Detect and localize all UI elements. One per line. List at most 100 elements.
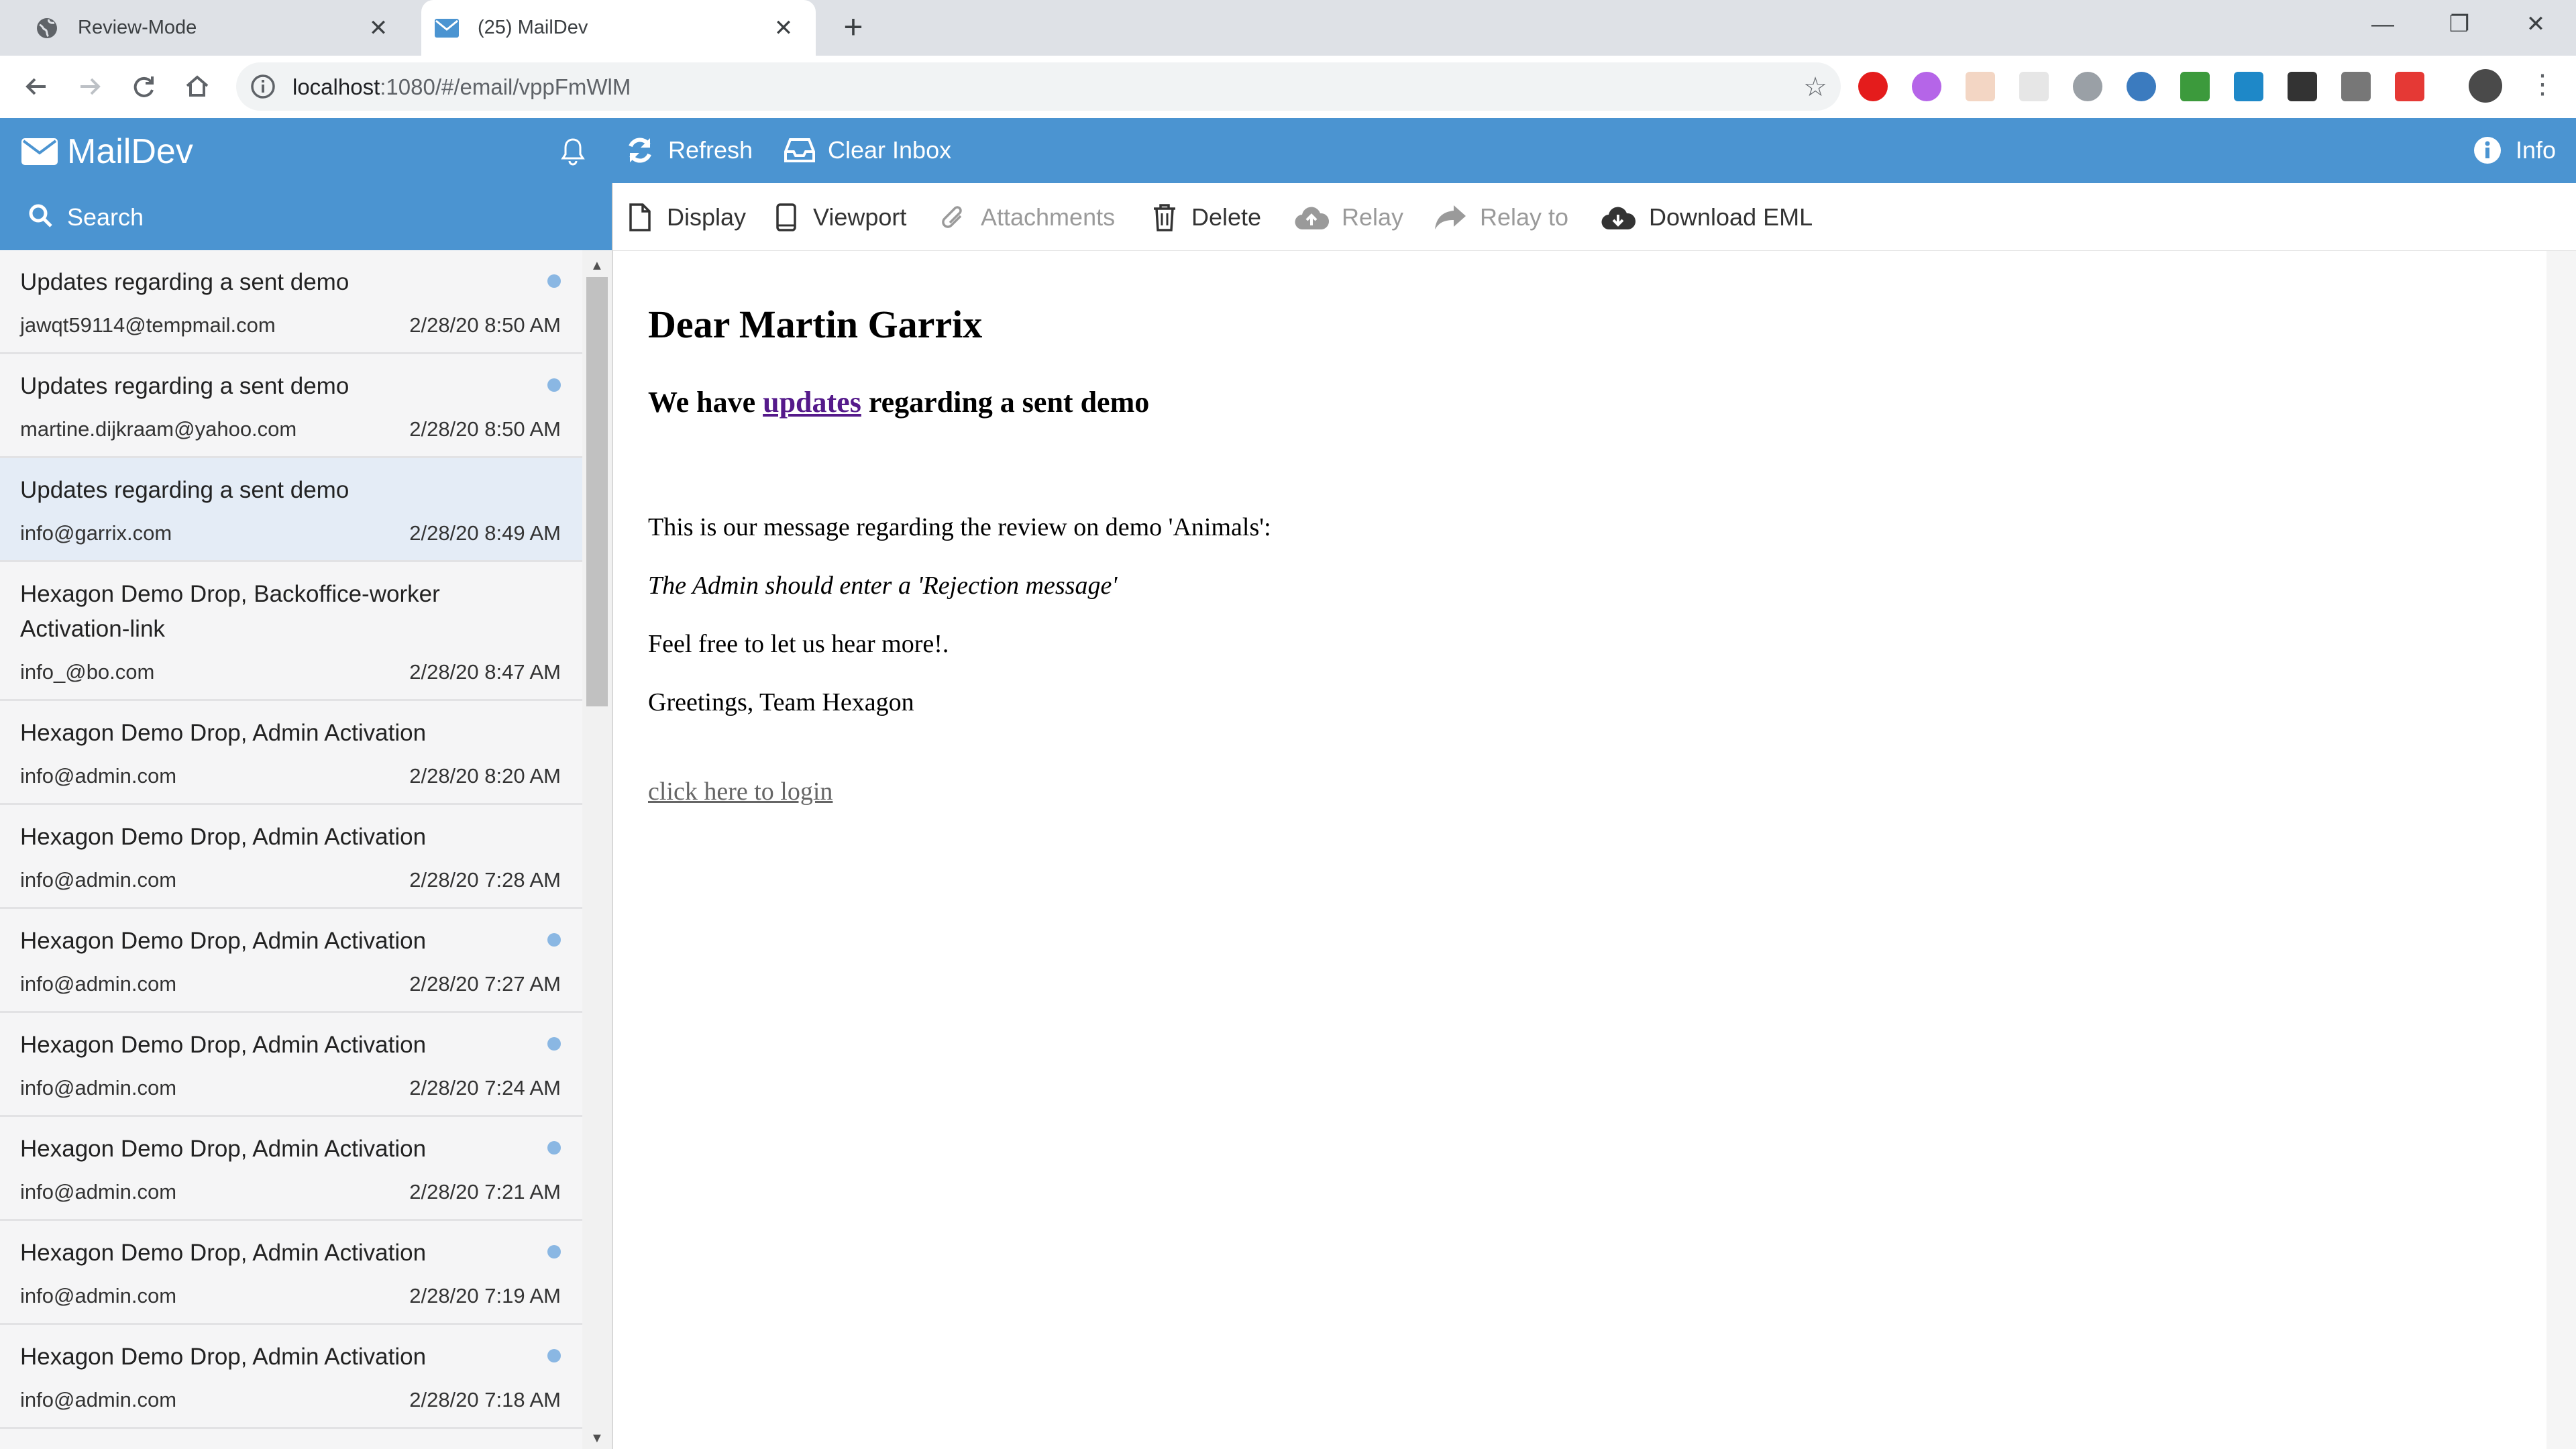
reload-button[interactable] bbox=[126, 69, 161, 104]
browser-tab-review-mode[interactable]: Review-Mode ✕ bbox=[0, 0, 411, 56]
rejection-message-line: The Admin should enter a 'Rejection mess… bbox=[648, 572, 1118, 600]
relay-to-button[interactable]: Relay to bbox=[1433, 202, 1568, 233]
email-list-item[interactable]: Hexagon Demo Drop, Admin Activation info@… bbox=[0, 1117, 582, 1221]
browser-tab-maildev[interactable]: (25) MailDev ✕ bbox=[421, 0, 816, 56]
extension-icon[interactable] bbox=[2073, 72, 2102, 101]
browser-toolbar: localhost:1080/#/email/vppFmWlM ☆ ⋮ bbox=[0, 56, 2576, 119]
email-list-item[interactable]: Hexagon Demo Drop, Admin Activation info@… bbox=[0, 909, 582, 1013]
email-list-item[interactable]: Hexagon Demo Drop, Admin Activation info@… bbox=[0, 1325, 582, 1429]
info-circle-icon bbox=[2471, 134, 2504, 166]
close-tab-icon[interactable]: ✕ bbox=[770, 15, 797, 42]
extension-icon[interactable] bbox=[1966, 72, 1995, 101]
email-list-item[interactable]: Hexagon Demo Drop, Backoffice-worker Act… bbox=[0, 562, 582, 701]
relay-label: Relay bbox=[1342, 203, 1404, 231]
email-subject: Hexagon Demo Drop, Admin Activation bbox=[20, 1344, 427, 1370]
relay-button[interactable]: Relay bbox=[1293, 202, 1403, 233]
email-list-scrollbar[interactable]: ▲ ▼ bbox=[582, 250, 612, 1449]
address-bar[interactable]: localhost:1080/#/email/vppFmWlM ☆ bbox=[236, 62, 1841, 111]
forward-arrow-icon bbox=[80, 78, 101, 95]
email-subject: Updates regarding a sent demo bbox=[20, 477, 350, 503]
email-time: 2/28/20 8:49 AM bbox=[409, 521, 561, 545]
maildev-header: MailDev Refresh Clear Inbox Info bbox=[0, 118, 2576, 183]
url-text[interactable]: localhost:1080/#/email/vppFmWlM bbox=[292, 74, 631, 100]
email-list-item[interactable]: Hexagon Demo Drop, Admin Activation info@… bbox=[0, 701, 582, 805]
paperclip-icon bbox=[939, 202, 969, 233]
email-sender: info@admin.com bbox=[20, 1388, 177, 1411]
email-sender: info@admin.com bbox=[20, 764, 177, 788]
tablet-icon bbox=[771, 202, 801, 233]
new-tab-button[interactable]: + bbox=[836, 10, 871, 46]
updates-link[interactable]: updates bbox=[763, 386, 861, 419]
attachments-button[interactable]: Attachments bbox=[939, 202, 1115, 233]
email-list-item[interactable]: Updates regarding a sent demo martine.dij… bbox=[0, 354, 582, 458]
home-button[interactable] bbox=[180, 69, 215, 104]
tab-title: (25) MailDev bbox=[478, 17, 588, 38]
email-list-item[interactable]: Updates regarding a sent demo jawqt59114@… bbox=[0, 250, 582, 354]
search-bar[interactable]: Search bbox=[0, 183, 612, 250]
refresh-button[interactable]: Refresh bbox=[624, 134, 753, 166]
extension-icon[interactable] bbox=[2395, 72, 2424, 101]
viewport-button[interactable]: Viewport bbox=[771, 202, 906, 233]
email-list-item[interactable]: Hexagon Demo Drop, Admin Activation info@… bbox=[0, 1221, 582, 1325]
scrollbar-thumb[interactable] bbox=[586, 277, 608, 706]
cloud-upload-icon bbox=[1293, 202, 1330, 233]
extension-icon[interactable] bbox=[2341, 72, 2371, 101]
relay-to-label: Relay to bbox=[1480, 203, 1569, 231]
email-sender: martine.dijkraam@yahoo.com bbox=[20, 417, 297, 441]
delete-label: Delete bbox=[1191, 203, 1262, 231]
site-info-icon[interactable] bbox=[250, 73, 276, 100]
close-tab-icon[interactable]: ✕ bbox=[365, 15, 392, 42]
email-list-item[interactable]: Updates regarding a sent demo info@garrix… bbox=[0, 458, 582, 562]
email-time: 2/28/20 8:50 AM bbox=[409, 417, 561, 441]
search-placeholder: Search bbox=[67, 203, 144, 231]
extension-icon[interactable] bbox=[2019, 72, 2049, 101]
search-icon bbox=[29, 204, 52, 227]
email-body-scrollbar[interactable] bbox=[2546, 251, 2576, 1449]
email-sender: jawqt59114@tempmail.com bbox=[20, 313, 276, 337]
extension-icon[interactable] bbox=[2180, 72, 2210, 101]
delete-button[interactable]: Delete bbox=[1150, 202, 1261, 233]
back-button[interactable] bbox=[19, 69, 54, 104]
email-subject: Hexagon Demo Drop, Admin Activation bbox=[20, 1240, 427, 1266]
extension-icon[interactable] bbox=[1912, 72, 1941, 101]
email-list-item[interactable]: Hexagon Demo Drop, Admin Activation info@… bbox=[0, 1013, 582, 1117]
download-eml-button[interactable]: Download EML bbox=[1599, 202, 1813, 233]
viewport-label: Viewport bbox=[813, 203, 907, 231]
extension-icon[interactable] bbox=[2127, 72, 2156, 101]
email-sender: info@admin.com bbox=[20, 1284, 177, 1307]
display-button[interactable]: Display bbox=[625, 202, 746, 233]
info-button[interactable]: Info bbox=[2471, 134, 2556, 166]
email-subject: Hexagon Demo Drop, Admin Activation bbox=[20, 824, 427, 850]
bell-icon[interactable] bbox=[559, 137, 586, 166]
clear-inbox-button[interactable]: Clear Inbox bbox=[784, 134, 951, 166]
email-list-item[interactable]: Hexagon Demo Drop, Admin Activation info@… bbox=[0, 805, 582, 909]
email-sender: info@admin.com bbox=[20, 868, 177, 892]
email-time: 2/28/20 7:24 AM bbox=[409, 1076, 561, 1099]
close-window-button[interactable]: ✕ bbox=[2498, 0, 2573, 48]
email-subject: Hexagon Demo Drop, Admin Activation bbox=[20, 720, 427, 746]
email-subject: Updates regarding a sent demo bbox=[20, 269, 350, 295]
forward-button[interactable] bbox=[72, 69, 107, 104]
email-action-bar: Display Viewport Attachments Delete Rela… bbox=[613, 183, 2576, 251]
unread-dot-icon bbox=[547, 1141, 561, 1155]
extension-icon[interactable] bbox=[2288, 72, 2317, 101]
unread-dot-icon bbox=[547, 274, 561, 288]
scroll-down-arrow-icon[interactable]: ▼ bbox=[590, 1431, 604, 1446]
email-sender: info@admin.com bbox=[20, 972, 177, 996]
minimize-button[interactable]: — bbox=[2345, 0, 2420, 48]
attachments-label: Attachments bbox=[981, 203, 1116, 231]
profile-avatar[interactable] bbox=[2469, 69, 2502, 103]
extension-icon[interactable] bbox=[1858, 72, 1888, 101]
restore-button[interactable]: ❐ bbox=[2422, 0, 2497, 48]
email-subject: Hexagon Demo Drop, Backoffice-worker Act… bbox=[20, 581, 440, 642]
unread-dot-icon bbox=[547, 1349, 561, 1362]
login-link[interactable]: click here to login bbox=[648, 777, 833, 806]
bookmark-star-icon[interactable]: ☆ bbox=[1803, 72, 1827, 103]
maildev-logo[interactable]: MailDev bbox=[21, 131, 193, 172]
info-label: Info bbox=[2516, 136, 2557, 164]
extension-icon[interactable] bbox=[2234, 72, 2263, 101]
tab-title: Review-Mode bbox=[78, 17, 197, 38]
scroll-up-arrow-icon[interactable]: ▲ bbox=[590, 258, 604, 274]
envelope-icon bbox=[21, 138, 58, 165]
browser-menu-icon[interactable]: ⋮ bbox=[2529, 69, 2556, 100]
